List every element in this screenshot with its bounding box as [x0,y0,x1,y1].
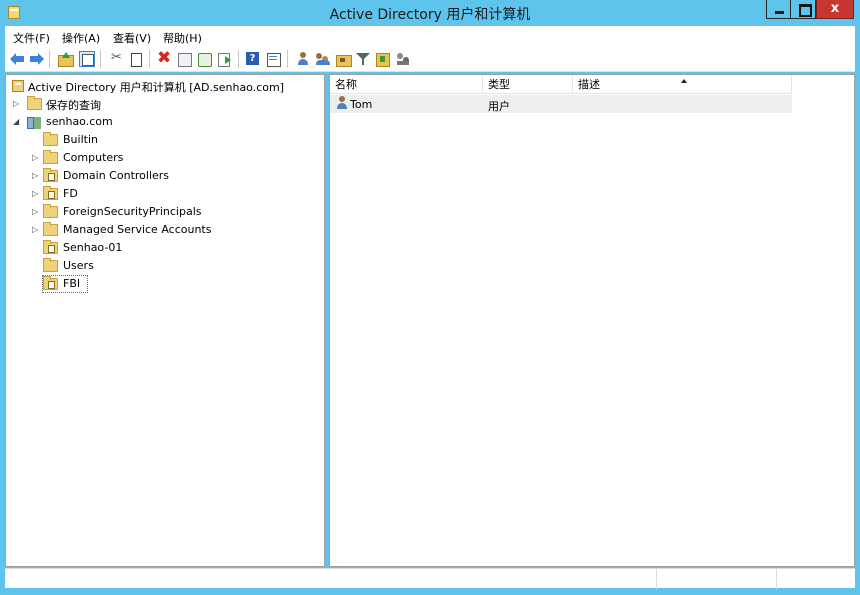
forward-icon[interactable] [28,51,44,67]
tree-item-label: Senhao-01 [63,241,123,254]
tree-item-fd[interactable]: ▷ FD [6,185,324,203]
column-header-type[interactable]: 类型 [483,75,573,94]
export-list-icon[interactable] [216,51,232,67]
list-item-name: Tom [350,98,373,111]
expand-arrow-icon[interactable]: ▷ [32,207,40,217]
tree-item-fbi[interactable]: FBI [6,275,324,293]
minimize-button[interactable] [766,0,791,19]
tree-item-domain[interactable]: ◢ senhao.com [6,113,324,131]
new-user-icon[interactable] [295,51,311,67]
ou-icon [43,276,58,290]
new-group-icon[interactable] [315,51,331,67]
list-header: 名称 类型 描述 [330,75,792,94]
column-header-name[interactable]: 名称 [330,75,483,94]
folder-icon [43,150,58,164]
maximize-button[interactable] [791,0,816,19]
tree-item-label: ForeignSecurityPrincipals [63,205,202,218]
sort-ascending-icon [681,79,687,83]
back-icon[interactable] [10,51,26,67]
tree-root[interactable]: Active Directory 用户和计算机 [AD.senhao.com] [6,77,324,95]
ou-icon [43,168,58,182]
tree-item-users[interactable]: Users [6,257,324,275]
refresh-icon[interactable] [196,51,212,67]
expand-arrow-icon[interactable]: ▷ [32,225,40,235]
tree-root-label: Active Directory 用户和计算机 [AD.senhao.com] [28,81,284,94]
details-pane[interactable]: 名称 类型 描述 Tom 用户 [329,74,855,567]
expand-arrow-icon[interactable]: ▷ [32,153,40,163]
menu-action[interactable]: 操作(A) [62,30,100,46]
add-to-group-icon[interactable] [375,51,391,67]
menu-file[interactable]: 文件(F) [13,30,50,46]
column-header-description[interactable]: 描述 [573,75,792,94]
properties-icon[interactable] [176,51,192,67]
folder-icon [43,258,58,272]
ou-icon [43,186,58,200]
folder-icon [43,222,58,236]
expand-arrow-icon[interactable]: ▷ [13,99,21,109]
collapse-arrow-icon[interactable]: ◢ [13,117,21,127]
toolbar-separator [149,50,150,68]
status-bar [5,568,855,589]
toolbar: ✂ ✖ [5,46,855,72]
tree-item-label: FD [63,187,78,200]
folder-icon [27,96,42,110]
tree-item-label: FBI [63,277,81,290]
toolbar-separator [49,50,50,68]
toolbar-separator [287,50,288,68]
folder-icon [43,132,58,146]
toolbar-separator [100,50,101,68]
tree-item-senhao-01[interactable]: Senhao-01 [6,239,324,257]
user-icon [336,96,348,110]
status-segment [656,569,776,589]
window-title: Active Directory 用户和计算机 [329,7,531,23]
delete-icon[interactable]: ✖ [156,48,172,68]
menu-help[interactable]: 帮助(H) [163,30,202,46]
console-tree[interactable]: Active Directory 用户和计算机 [AD.senhao.com] … [5,74,325,567]
help-icon[interactable] [245,51,261,67]
tree-item-builtin[interactable]: Builtin [6,131,324,149]
close-button[interactable]: x [816,0,854,19]
domain-icon [26,116,41,129]
menu-view[interactable]: 查看(V) [113,30,151,46]
cut-icon[interactable]: ✂ [108,50,124,67]
status-segment [776,569,855,589]
tree-item-foreign-security-principals[interactable]: ▷ ForeignSecurityPrincipals [6,203,324,221]
list-item-type: 用户 [488,100,510,113]
tree-item-label: senhao.com [46,115,113,128]
menu-bar: 文件(F) 操作(A) 查看(V) 帮助(H) [5,26,855,46]
tree-item-label: Users [63,259,94,272]
delegate-control-icon[interactable] [395,51,411,67]
show-tree-icon[interactable] [79,51,95,67]
tree-item-label: Managed Service Accounts [63,223,212,236]
snapin-icon [12,80,24,92]
tree-item-saved-queries[interactable]: ▷ 保存的查询 [6,95,324,113]
close-icon: x [830,1,840,16]
tree-item-label: Domain Controllers [63,169,170,182]
expand-arrow-icon[interactable]: ▷ [32,171,40,181]
tree-item-domain-controllers[interactable]: ▷ Domain Controllers [6,167,324,185]
up-folder-icon[interactable] [57,51,74,67]
tree-item-managed-service-accounts[interactable]: ▷ Managed Service Accounts [6,221,324,239]
ou-icon [43,240,58,254]
list-item[interactable]: Tom 用户 [330,95,792,113]
tree-item-computers[interactable]: ▷ Computers [6,149,324,167]
filter-icon[interactable] [355,51,371,67]
action-pane-icon[interactable] [265,51,281,67]
new-ou-icon[interactable] [335,51,352,67]
tree-item-label: Computers [63,151,124,164]
expand-arrow-icon[interactable]: ▷ [32,189,40,199]
tree-item-label: Builtin [63,133,98,146]
toolbar-separator [238,50,239,68]
folder-icon [43,204,58,218]
tree-item-label: 保存的查询 [46,99,101,112]
title-bar: Active Directory 用户和计算机 x [0,0,860,26]
copy-icon[interactable] [128,51,144,67]
